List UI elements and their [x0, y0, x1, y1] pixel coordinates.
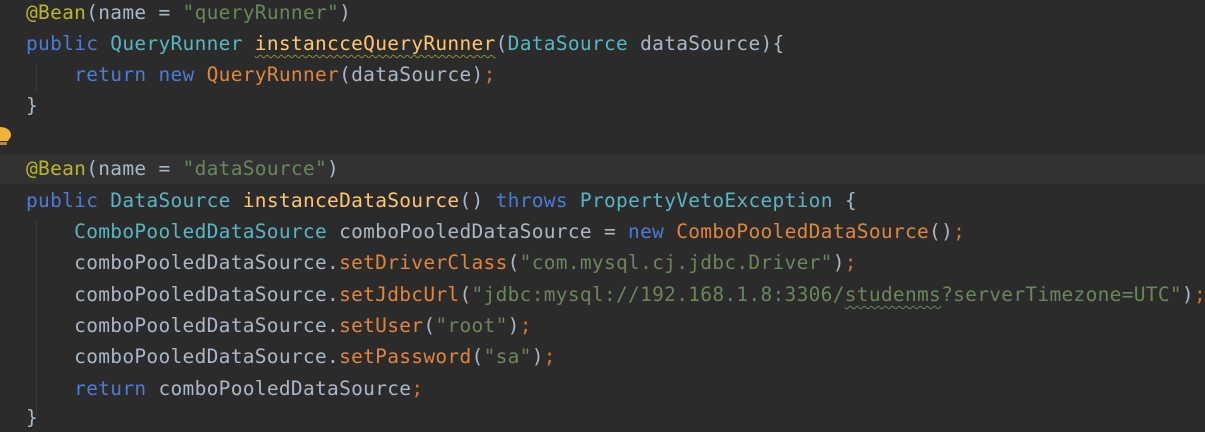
code-line-2: public QueryRunner instancceQueryRunner(… — [26, 32, 785, 55]
code-line-14: } — [26, 406, 39, 429]
code-line-10: comboPooledDataSource.setJdbcUrl("jdbc:m… — [74, 283, 1205, 306]
code-line-13: return comboPooledDataSource; — [74, 377, 424, 400]
variable-name: comboPooledDataSource — [339, 220, 592, 243]
method-call: setPassword — [339, 345, 472, 368]
string-literal: "queryRunner" — [182, 1, 340, 24]
lightbulb-icon[interactable] — [0, 127, 11, 145]
string-literal: "jdbc:mysql://192.168.1.8:3306/ — [471, 283, 845, 306]
type-name: QueryRunner — [110, 32, 243, 55]
keyword: public — [26, 189, 99, 212]
annotation: @Bean — [26, 157, 87, 180]
exception-type: PropertyVetoException — [579, 189, 833, 212]
code-editor[interactable]: @Bean(name = "queryRunner") public Query… — [0, 0, 1205, 432]
string-literal: "root" — [435, 314, 508, 337]
keyword: return — [74, 377, 147, 400]
code-line-9: comboPooledDataSource.setDriverClass("co… — [74, 251, 857, 274]
code-line-3: return new QueryRunner(dataSource); — [74, 63, 496, 86]
constructor-call: QueryRunner — [206, 63, 340, 86]
code-line-6: @Bean(name = "dataSource") — [26, 157, 340, 180]
spelling-warning: studenms — [844, 283, 942, 306]
annotation: @Bean — [26, 1, 87, 24]
keyword: return — [74, 63, 147, 86]
keyword: new — [158, 63, 195, 86]
code-line-12: comboPooledDataSource.setPassword("sa"); — [74, 345, 556, 368]
method-name: instanceDataSource — [242, 189, 460, 212]
method-call: setUser — [339, 314, 424, 337]
method-call: setDriverClass — [339, 251, 508, 274]
code-line-11: comboPooledDataSource.setUser("root"); — [74, 314, 532, 337]
method-call: setJdbcUrl — [339, 283, 460, 306]
variable-name: comboPooledDataSource — [158, 377, 412, 400]
string-literal: "dataSource" — [182, 157, 328, 180]
method-name: instancceQueryRunner — [254, 32, 496, 55]
keyword: public — [26, 32, 99, 55]
param-name: dataSource — [640, 32, 761, 55]
keyword: throws — [495, 189, 568, 212]
string-literal: "sa" — [483, 345, 532, 368]
param-type: DataSource — [507, 32, 629, 55]
code-line-1: @Bean(name = "queryRunner") — [26, 1, 352, 24]
code-line-7: public DataSource instanceDataSource() t… — [26, 189, 857, 212]
keyword: new — [628, 220, 665, 243]
constructor-call: ComboPooledDataSource — [676, 220, 930, 243]
type-name: ComboPooledDataSource — [74, 220, 328, 243]
string-literal: "com.mysql.cj.jdbc.Driver" — [519, 251, 833, 274]
code-line-4: } — [26, 94, 39, 117]
code-line-8: ComboPooledDataSource comboPooledDataSou… — [74, 220, 966, 243]
type-name: DataSource — [110, 189, 231, 212]
